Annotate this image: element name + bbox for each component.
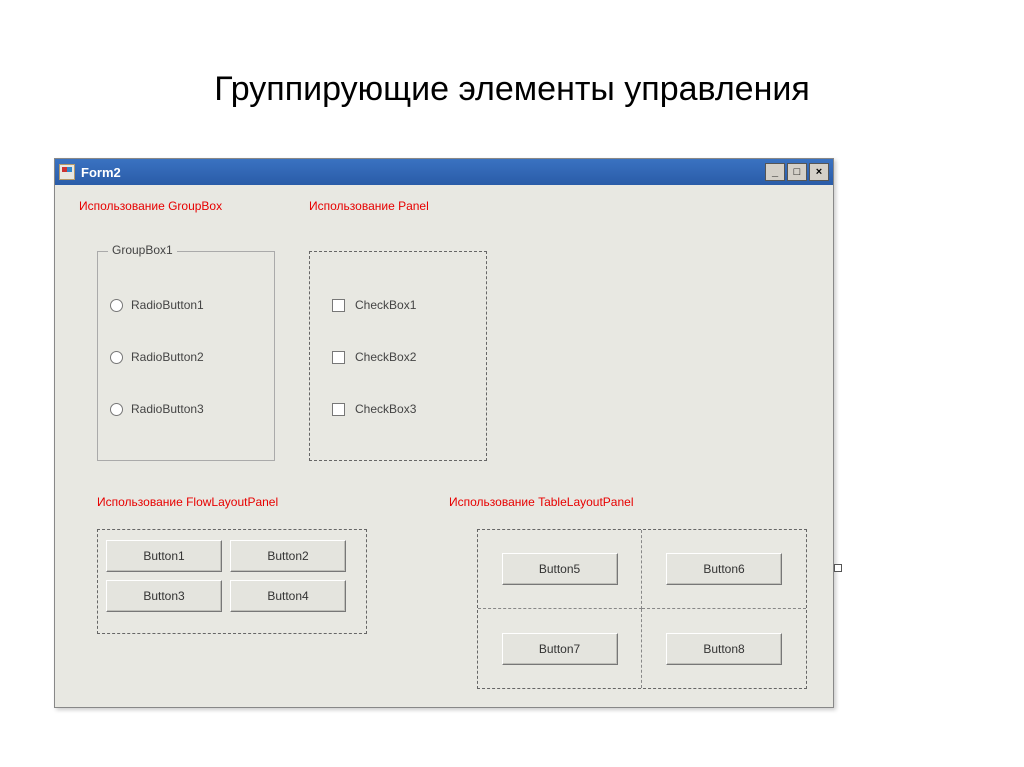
checkbox-icon[interactable] — [332, 351, 345, 364]
slide-title: Группирующие элементы управления — [0, 70, 1024, 109]
radio-icon[interactable] — [110, 299, 123, 312]
table-cell: Button8 — [642, 609, 806, 688]
table-cell: Button7 — [478, 609, 642, 688]
groupbox-container: GroupBox1 RadioButton1 RadioButton2 Radi… — [97, 251, 275, 461]
check-row[interactable]: CheckBox1 — [332, 298, 416, 312]
radio-label: RadioButton3 — [131, 402, 204, 416]
table-cell: Button5 — [478, 530, 642, 609]
maximize-button[interactable]: □ — [787, 163, 807, 181]
checkbox-icon[interactable] — [332, 299, 345, 312]
titlebar[interactable]: Form2 _ □ × — [55, 159, 833, 185]
form-window: Form2 _ □ × Использование GroupBox Испол… — [54, 158, 834, 708]
check-row[interactable]: CheckBox3 — [332, 402, 416, 416]
table-section-label: Использование TableLayoutPanel — [449, 495, 634, 509]
checkbox-label: CheckBox1 — [355, 298, 416, 312]
panel-section-label: Использование Panel — [309, 199, 429, 213]
groupbox-legend: GroupBox1 — [108, 243, 177, 257]
button-4[interactable]: Button4 — [230, 580, 346, 612]
button-6[interactable]: Button6 — [666, 553, 782, 585]
radio-row[interactable]: RadioButton1 — [110, 298, 204, 312]
flowlayoutpanel: Button1 Button2 Button3 Button4 — [97, 529, 367, 634]
window-title: Form2 — [81, 165, 121, 180]
table-cell: Button6 — [642, 530, 806, 609]
checkbox-label: CheckBox3 — [355, 402, 416, 416]
radio-label: RadioButton2 — [131, 350, 204, 364]
radio-icon[interactable] — [110, 351, 123, 364]
checkbox-label: CheckBox2 — [355, 350, 416, 364]
button-1[interactable]: Button1 — [106, 540, 222, 572]
button-3[interactable]: Button3 — [106, 580, 222, 612]
flow-section-label: Использование FlowLayoutPanel — [97, 495, 278, 509]
resize-handle-icon[interactable] — [834, 564, 842, 572]
radio-row[interactable]: RadioButton2 — [110, 350, 204, 364]
groupbox-section-label: Использование GroupBox — [79, 199, 222, 213]
slide: Группирующие элементы управления Form2 _… — [0, 0, 1024, 767]
close-button[interactable]: × — [809, 163, 829, 181]
app-icon — [59, 164, 75, 180]
tablelayoutpanel: Button5 Button6 Button7 Button8 — [477, 529, 807, 689]
button-7[interactable]: Button7 — [502, 633, 618, 665]
radio-row[interactable]: RadioButton3 — [110, 402, 204, 416]
minimize-button[interactable]: _ — [765, 163, 785, 181]
radio-icon[interactable] — [110, 403, 123, 416]
button-2[interactable]: Button2 — [230, 540, 346, 572]
panel-container: CheckBox1 CheckBox2 CheckBox3 — [309, 251, 487, 461]
check-row[interactable]: CheckBox2 — [332, 350, 416, 364]
button-5[interactable]: Button5 — [502, 553, 618, 585]
button-8[interactable]: Button8 — [666, 633, 782, 665]
radio-label: RadioButton1 — [131, 298, 204, 312]
checkbox-icon[interactable] — [332, 403, 345, 416]
